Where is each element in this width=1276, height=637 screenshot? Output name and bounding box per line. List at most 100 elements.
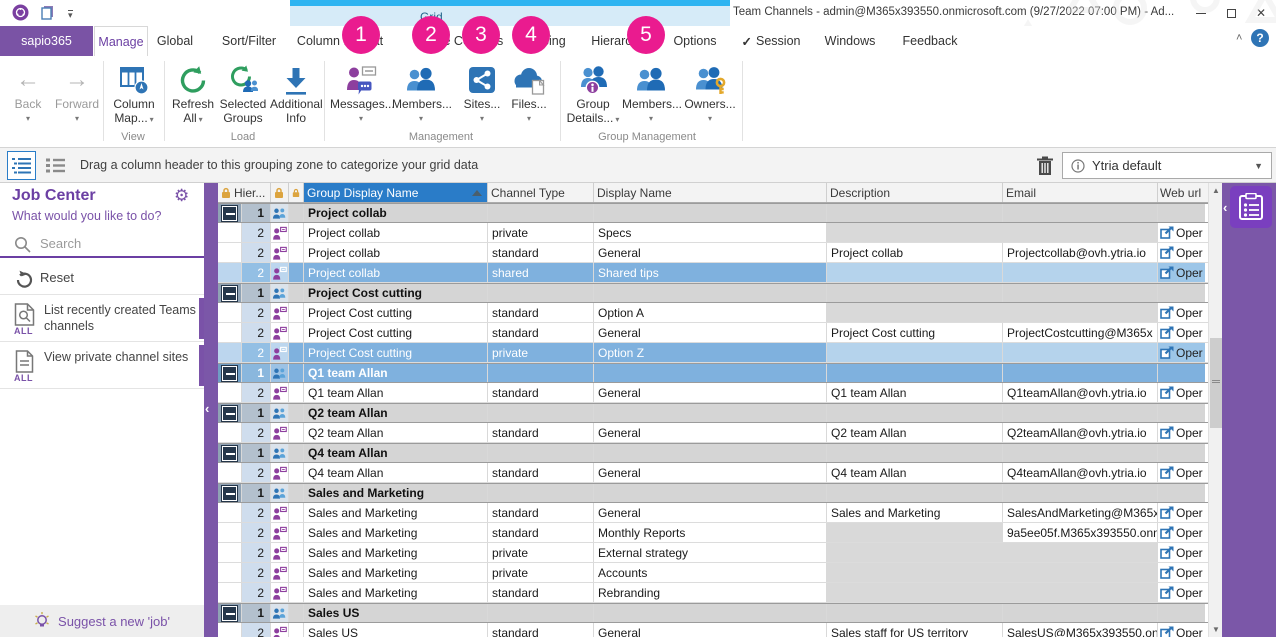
column-header-lock[interactable]: [289, 183, 304, 202]
collapse-icon[interactable]: [222, 206, 237, 221]
collapse-cell[interactable]: [218, 284, 242, 302]
ribbon-button-messages[interactable]: Messages...▾: [330, 59, 392, 123]
collapse-icon[interactable]: [222, 366, 237, 381]
web-url-cell[interactable]: Oper: [1158, 383, 1205, 402]
collapse-icon[interactable]: [222, 486, 237, 501]
web-url-cell[interactable]: Oper: [1158, 303, 1205, 322]
scrollbar-thumb[interactable]: [1210, 338, 1222, 428]
help-icon[interactable]: ?: [1251, 29, 1269, 47]
tab-sapio365[interactable]: sapio365: [0, 26, 93, 56]
table-row[interactable]: 1Q2 team Allan: [218, 403, 1208, 423]
scroll-up-icon[interactable]: ▲: [1209, 183, 1223, 198]
qat-customize-icon[interactable]: ▾: [68, 10, 73, 19]
table-row[interactable]: 2Project Cost cuttingstandardGeneralProj…: [218, 323, 1208, 343]
ribbon-button-sites[interactable]: Sites...▾: [458, 59, 506, 123]
collapse-ribbon-icon[interactable]: ˄: [1236, 32, 1242, 44]
web-url-cell[interactable]: Oper: [1158, 523, 1205, 542]
web-url-cell[interactable]: Oper: [1158, 583, 1205, 602]
column-header-web-url[interactable]: Web url: [1158, 183, 1205, 202]
table-row[interactable]: 1Sales and Marketing: [218, 483, 1208, 503]
trash-icon[interactable]: [1032, 153, 1058, 179]
table-row[interactable]: 2Q1 team AllanstandardGeneralQ1 team All…: [218, 383, 1208, 403]
ribbon-button-additional-info[interactable]: AdditionalInfo: [270, 59, 322, 125]
table-row[interactable]: 2Sales and MarketingstandardGeneralSales…: [218, 503, 1208, 523]
web-url-cell[interactable]: Oper: [1158, 563, 1205, 582]
ribbon-button-refresh-all[interactable]: RefreshAll▾: [168, 59, 218, 126]
collapse-cell[interactable]: [218, 484, 242, 502]
ribbon-button-files[interactable]: Files...▾: [506, 59, 552, 123]
web-url-cell[interactable]: Oper: [1158, 263, 1205, 282]
table-row[interactable]: 1Q4 team Allan: [218, 443, 1208, 463]
ribbon-button-column-map[interactable]: ColumnMap...▾: [106, 59, 162, 126]
web-url-cell[interactable]: Oper: [1158, 343, 1205, 362]
collapse-cell[interactable]: [218, 204, 242, 222]
table-row[interactable]: 2Q4 team AllanstandardGeneralQ4 team All…: [218, 463, 1208, 483]
ribbon-button-group-details[interactable]: GroupDetails...▾: [565, 59, 621, 126]
tab-sort-filter[interactable]: Sort/Filter: [212, 26, 286, 56]
chevron-left-icon[interactable]: ‹: [1223, 200, 1227, 215]
template-panel-icon[interactable]: [1230, 186, 1272, 228]
column-header-email[interactable]: Email: [1003, 183, 1158, 202]
tab-global[interactable]: Global: [148, 26, 202, 56]
table-row[interactable]: 2Sales and MarketingstandardRebrandingOp…: [218, 583, 1208, 603]
tab-session[interactable]: ✓Session: [734, 26, 808, 56]
web-url-cell[interactable]: Oper: [1158, 463, 1205, 482]
job-item-list-recent-channels[interactable]: ALL List recently created Teams channels: [0, 296, 204, 342]
collapse-cell[interactable]: [218, 364, 242, 382]
ribbon-button-owners[interactable]: Owners...▾: [684, 59, 736, 123]
reset-button[interactable]: Reset: [0, 265, 204, 295]
table-row[interactable]: 2Project collabstandardGeneralProject co…: [218, 243, 1208, 263]
table-row[interactable]: 2Project Cost cuttingstandardOption AOpe…: [218, 303, 1208, 323]
table-row[interactable]: 2Project collabprivateSpecsOper: [218, 223, 1208, 243]
tab-windows[interactable]: Windows: [814, 26, 886, 56]
table-row[interactable]: 1Sales US: [218, 603, 1208, 623]
column-header-group-display-name[interactable]: Group Display Name: [304, 183, 488, 202]
sidebar-collapse-strip[interactable]: ‹: [204, 183, 218, 637]
column-header-lock[interactable]: [271, 183, 289, 202]
suggest-job-button[interactable]: Suggest a new 'job': [0, 605, 204, 637]
ribbon-button-selected-groups[interactable]: SelectedGroups: [216, 59, 270, 125]
job-item-view-private-sites[interactable]: ALL View private channel sites: [0, 343, 204, 389]
collapse-icon[interactable]: [222, 446, 237, 461]
table-row[interactable]: 1Project collab: [218, 203, 1208, 223]
ribbon-button-members[interactable]: Members...▾: [622, 59, 680, 123]
collapse-icon[interactable]: [222, 406, 237, 421]
windows-stack-icon[interactable]: [41, 5, 56, 23]
ribbon-button-back[interactable]: ←Back▾: [6, 59, 50, 123]
table-row[interactable]: 2Sales and MarketingprivateAccountsOper: [218, 563, 1208, 583]
column-header-display-name[interactable]: Display Name: [594, 183, 827, 202]
tab-options[interactable]: Options: [662, 26, 728, 56]
collapse-cell[interactable]: [218, 444, 242, 462]
view-toggle-detailed[interactable]: [7, 151, 36, 180]
web-url-cell[interactable]: Oper: [1158, 543, 1205, 562]
web-url-cell[interactable]: Oper: [1158, 223, 1205, 242]
table-row[interactable]: 1Q1 team Allan: [218, 363, 1208, 383]
table-row[interactable]: 2Q2 team AllanstandardGeneralQ2 team All…: [218, 423, 1208, 443]
scroll-down-icon[interactable]: ▼: [1209, 622, 1223, 637]
web-url-cell[interactable]: Oper: [1158, 503, 1205, 522]
search-field[interactable]: Search: [0, 231, 204, 258]
column-header-channel-type[interactable]: Channel Type: [488, 183, 594, 202]
collapse-cell[interactable]: [218, 604, 242, 622]
view-toggle-compact[interactable]: [41, 151, 70, 180]
tab-manage[interactable]: Manage: [94, 26, 148, 56]
table-row[interactable]: 2Sales and MarketingprivateExternal stra…: [218, 543, 1208, 563]
app-logo-icon[interactable]: [12, 4, 29, 24]
ribbon-button-forward[interactable]: →Forward▾: [52, 59, 102, 123]
web-url-cell[interactable]: Oper: [1158, 623, 1205, 637]
collapse-cell[interactable]: [218, 404, 242, 422]
web-url-cell[interactable]: Oper: [1158, 423, 1205, 442]
table-row[interactable]: 2Sales USstandardGeneralSales staff for …: [218, 623, 1208, 637]
grid-view-selector[interactable]: Ytria default ▼: [1062, 152, 1272, 179]
web-url-cell[interactable]: Oper: [1158, 243, 1205, 262]
table-row[interactable]: 1Project Cost cutting: [218, 283, 1208, 303]
column-header-hier-[interactable]: Hier...: [218, 183, 271, 202]
table-row[interactable]: 2Project Cost cuttingprivateOption ZOper: [218, 343, 1208, 363]
column-header-description[interactable]: Description: [827, 183, 1003, 202]
collapse-icon[interactable]: [222, 286, 237, 301]
ribbon-button-members[interactable]: Members...▾: [392, 59, 450, 123]
table-row[interactable]: 2Sales and MarketingstandardMonthly Repo…: [218, 523, 1208, 543]
table-row[interactable]: 2Project collabsharedShared tipsOper: [218, 263, 1208, 283]
tab-feedback[interactable]: Feedback: [890, 26, 970, 56]
collapse-icon[interactable]: [222, 606, 237, 621]
